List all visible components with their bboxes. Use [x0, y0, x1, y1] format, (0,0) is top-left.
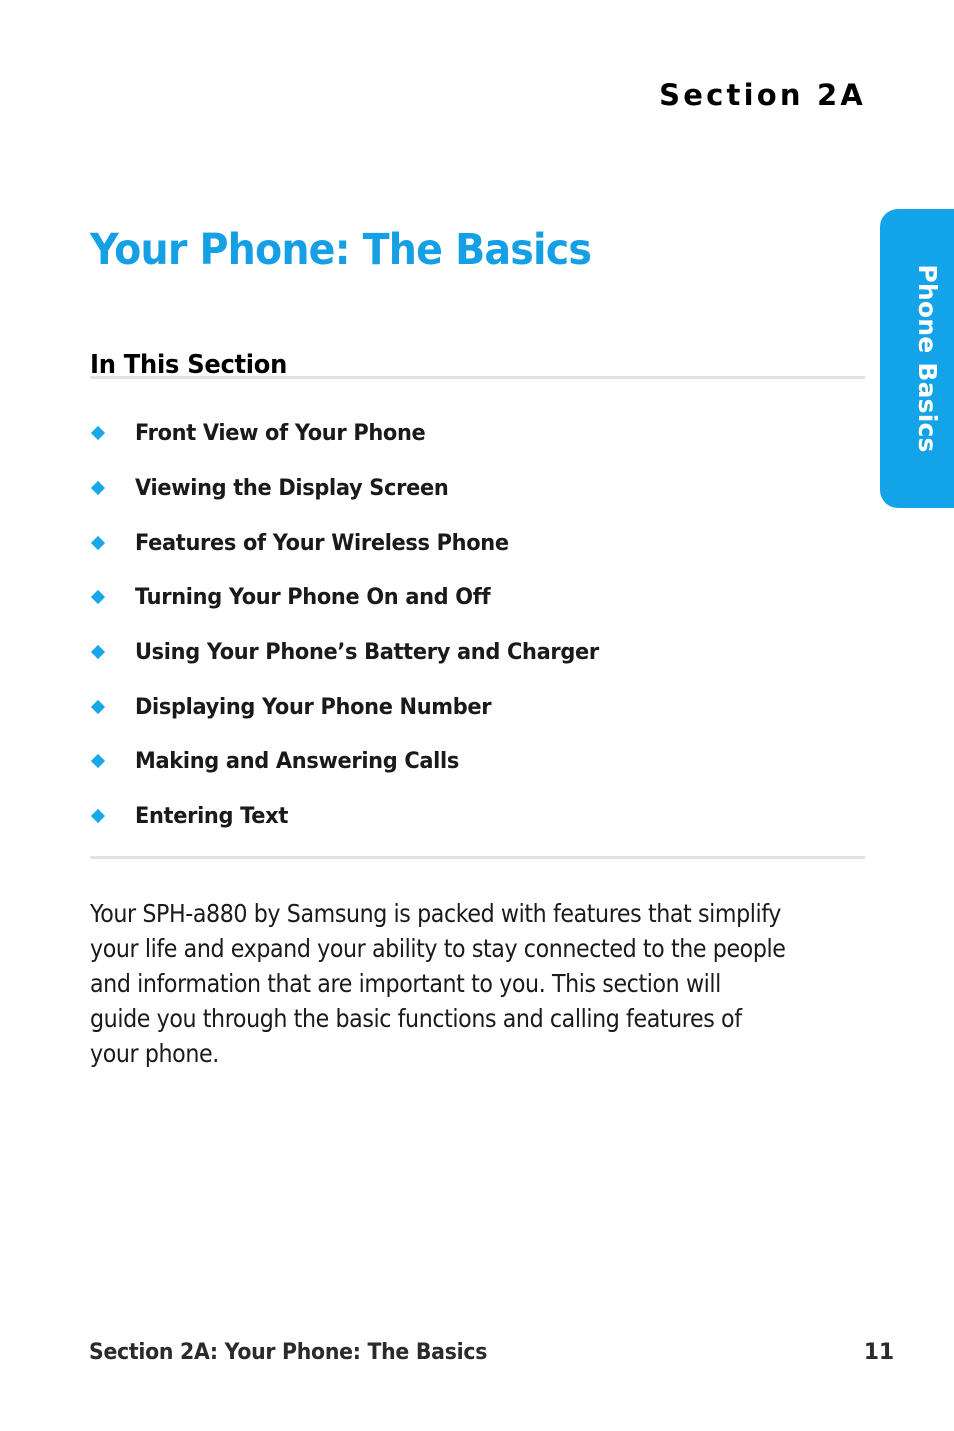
list-item-label: Making and Answering Calls [135, 748, 460, 775]
diamond-bullet-icon [90, 754, 106, 769]
diamond-bullet-icon [90, 535, 106, 550]
list-item-label: Viewing the Display Screen [135, 475, 449, 502]
list-item[interactable]: Features of Your Wireless Phone [90, 515, 866, 570]
list-item-label: Entering Text [135, 803, 288, 830]
diamond-bullet-icon [90, 809, 106, 824]
page-title: Your Phone: The Basics [90, 224, 592, 275]
list-item[interactable]: Viewing the Display Screen [90, 461, 866, 516]
section-label: Section 2A [659, 78, 866, 112]
list-item-label: Front View of Your Phone [135, 420, 426, 447]
intro-paragraph: Your SPH-a880 by Samsung is packed with … [90, 899, 786, 1068]
divider-bottom [90, 856, 865, 859]
footer-page-number: 11 [863, 1340, 894, 1365]
document-page: Section 2A Phone Basics Your Phone: The … [0, 0, 954, 1431]
footer-section-title: Section 2A: Your Phone: The Basics [88, 1340, 488, 1365]
list-item[interactable]: Making and Answering Calls [90, 734, 866, 789]
diamond-bullet-icon [90, 426, 106, 441]
list-item[interactable]: Front View of Your Phone [90, 406, 866, 461]
side-tab-label: Phone Basics [913, 264, 942, 453]
list-item-label: Displaying Your Phone Number [135, 693, 492, 720]
list-item[interactable]: Turning Your Phone On and Off [90, 570, 866, 625]
in-this-section-list: Front View of Your Phone Viewing the Dis… [90, 406, 866, 844]
page-footer: Section 2A: Your Phone: The Basics 11 [74, 1340, 894, 1365]
diamond-bullet-icon [90, 480, 106, 496]
list-item-label: Turning Your Phone On and Off [135, 584, 491, 611]
list-item[interactable]: Entering Text [90, 789, 866, 844]
diamond-bullet-icon [90, 590, 106, 605]
list-item[interactable]: Using Your Phone’s Battery and Charger [90, 625, 866, 680]
list-item-label: Using Your Phone’s Battery and Charger [135, 639, 599, 666]
divider-top [90, 376, 865, 379]
diamond-bullet-icon [90, 645, 106, 660]
list-item-label: Features of Your Wireless Phone [135, 529, 509, 556]
side-tab-phone-basics: Phone Basics [880, 209, 954, 508]
list-item[interactable]: Displaying Your Phone Number [90, 679, 866, 734]
diamond-bullet-icon [90, 699, 106, 714]
